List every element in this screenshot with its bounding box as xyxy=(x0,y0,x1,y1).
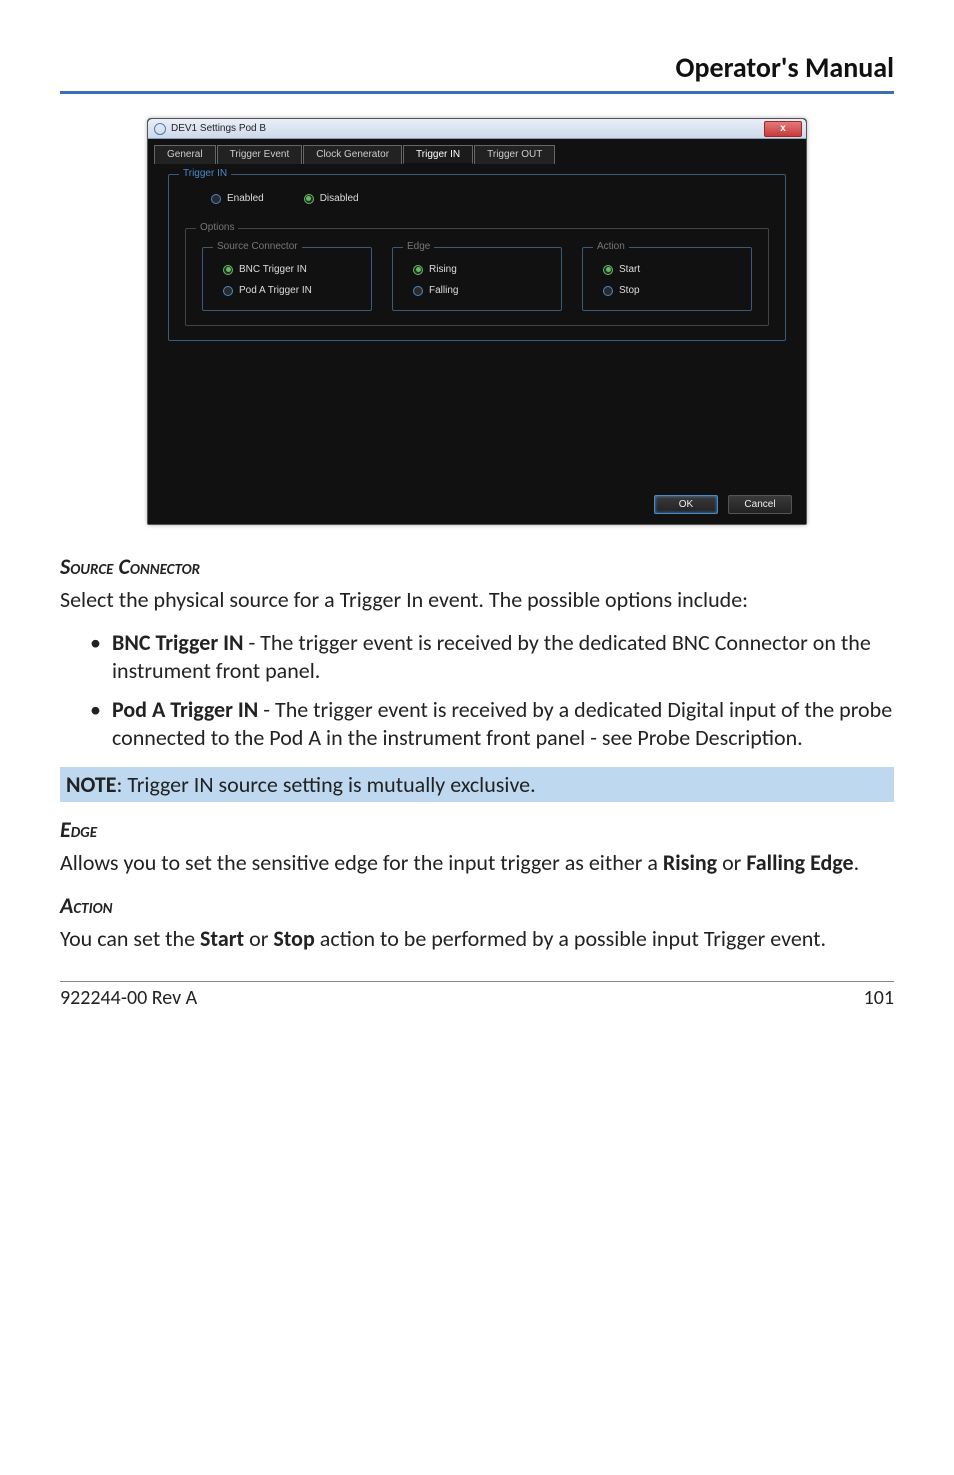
note-text: : Trigger IN source setting is mutually … xyxy=(117,771,536,798)
text-fragment: . xyxy=(854,849,860,876)
group-trigger-in-legend: Trigger IN xyxy=(179,168,231,179)
footer-page-number: 101 xyxy=(864,986,894,1010)
radio-start[interactable]: Start xyxy=(603,264,737,275)
bullet-bnc-label: BNC Trigger IN xyxy=(112,629,243,656)
source-options-list: BNC Trigger IN - The trigger event is re… xyxy=(60,629,894,753)
radio-dot-icon xyxy=(223,265,233,275)
radio-dot-icon xyxy=(413,286,423,296)
group-source-connector: Source Connector BNC Trigger IN Pod A Tr… xyxy=(202,247,372,311)
close-icon: x xyxy=(780,123,786,134)
group-options-legend: Options xyxy=(196,222,238,233)
radio-rising[interactable]: Rising xyxy=(413,264,547,275)
radio-falling-label: Falling xyxy=(429,285,458,296)
heading-action: Action xyxy=(60,892,894,919)
radio-falling[interactable]: Falling xyxy=(413,285,547,296)
radio-dot-icon xyxy=(603,286,613,296)
text-action: You can set the Start or Stop action to … xyxy=(60,925,894,954)
radio-dot-icon xyxy=(413,265,423,275)
group-trigger-in: Trigger IN Enabled Disabled Options xyxy=(168,174,786,341)
text-fragment: or xyxy=(244,925,273,952)
text-bold-stop: Stop xyxy=(273,925,314,952)
radio-bnc-trigger-in[interactable]: BNC Trigger IN xyxy=(223,264,357,275)
note-box: NOTE: Trigger IN source setting is mutua… xyxy=(60,767,894,802)
radio-pod-a-trigger-in[interactable]: Pod A Trigger IN xyxy=(223,285,357,296)
tab-clock-generator[interactable]: Clock Generator xyxy=(303,145,402,164)
tab-bar: General Trigger Event Clock Generator Tr… xyxy=(154,145,800,164)
radio-dot-icon xyxy=(304,194,314,204)
radio-pod-a-label: Pod A Trigger IN xyxy=(239,285,312,296)
group-edge-legend: Edge xyxy=(403,241,434,252)
group-edge: Edge Rising Falling xyxy=(392,247,562,311)
radio-enabled[interactable]: Enabled xyxy=(211,193,264,204)
text-fragment: Allows you to set the sensitive edge for… xyxy=(60,849,663,876)
radio-dot-icon xyxy=(223,286,233,296)
tab-trigger-out[interactable]: Trigger OUT xyxy=(474,145,555,164)
tab-trigger-event[interactable]: Trigger Event xyxy=(217,145,303,164)
radio-disabled-label: Disabled xyxy=(320,193,359,204)
radio-bnc-label: BNC Trigger IN xyxy=(239,264,307,275)
heading-source-connector: Source Connector xyxy=(60,553,894,580)
list-item: BNC Trigger IN - The trigger event is re… xyxy=(112,629,894,686)
text-source-intro: Select the physical source for a Trigger… xyxy=(60,586,894,615)
page-footer: 922244-00 Rev A 101 xyxy=(60,982,894,1010)
radio-stop-label: Stop xyxy=(619,285,640,296)
tab-general[interactable]: General xyxy=(154,145,216,164)
heading-edge: Edge xyxy=(60,816,894,843)
bullet-poda-label: Pod A Trigger IN xyxy=(112,696,258,723)
tab-trigger-in[interactable]: Trigger IN xyxy=(403,145,473,164)
radio-disabled[interactable]: Disabled xyxy=(304,193,359,204)
window-body: General Trigger Event Clock Generator Tr… xyxy=(148,139,806,485)
group-action: Action Start Stop xyxy=(582,247,752,311)
cancel-button[interactable]: Cancel xyxy=(728,495,792,514)
text-bold-falling: Falling Edge xyxy=(746,849,853,876)
radio-dot-icon xyxy=(211,194,221,204)
text-edge: Allows you to set the sensitive edge for… xyxy=(60,849,894,878)
screenshot-container: DEV1 Settings Pod B x General Trigger Ev… xyxy=(60,118,894,525)
radio-stop[interactable]: Stop xyxy=(603,285,737,296)
radio-dot-icon xyxy=(603,265,613,275)
ok-button[interactable]: OK xyxy=(654,495,718,514)
page-header-title: Operator's Manual xyxy=(60,50,894,91)
header-rule xyxy=(60,91,894,94)
text-fragment: action to be performed by a possible inp… xyxy=(315,925,826,952)
text-bold-start: Start xyxy=(200,925,244,952)
text-bold-rising: Rising xyxy=(663,849,717,876)
window-title: DEV1 Settings Pod B xyxy=(171,123,266,134)
text-fragment: You can set the xyxy=(60,925,200,952)
gear-icon xyxy=(154,123,166,135)
footer-rev: 922244-00 Rev A xyxy=(60,986,197,1010)
settings-window: DEV1 Settings Pod B x General Trigger Ev… xyxy=(147,118,807,525)
text-fragment: or xyxy=(717,849,746,876)
group-source-connector-legend: Source Connector xyxy=(213,241,302,252)
window-titlebar: DEV1 Settings Pod B x xyxy=(148,119,806,139)
group-options: Options Source Connector BNC Trigger IN xyxy=(185,228,769,326)
note-prefix: NOTE xyxy=(66,771,117,798)
window-close-button[interactable]: x xyxy=(764,121,802,137)
list-item: Pod A Trigger IN - The trigger event is … xyxy=(112,696,894,753)
window-footer: OK Cancel xyxy=(148,485,806,524)
radio-start-label: Start xyxy=(619,264,640,275)
group-action-legend: Action xyxy=(593,241,629,252)
radio-enabled-label: Enabled xyxy=(227,193,264,204)
radio-rising-label: Rising xyxy=(429,264,457,275)
